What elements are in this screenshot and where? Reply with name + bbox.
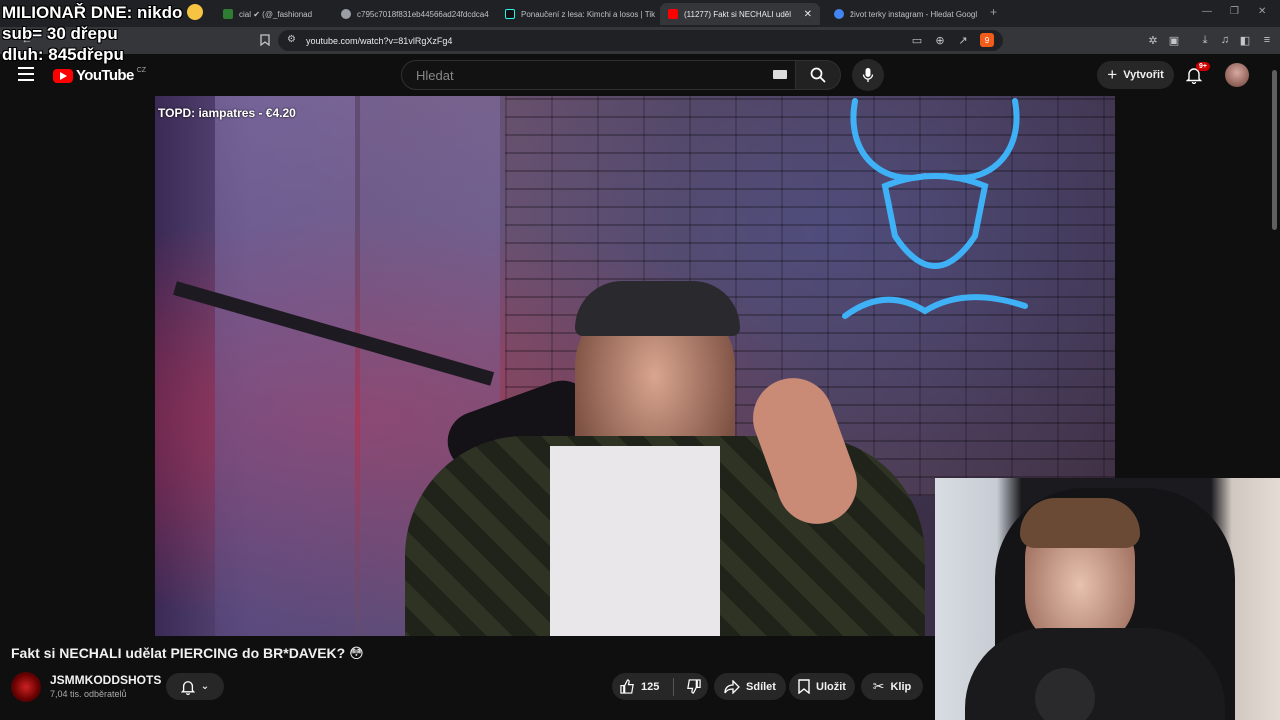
scissors-icon: ✂ <box>872 678 885 694</box>
overlay-line-sub: sub= 30 dřepu <box>2 24 118 43</box>
minimize-button[interactable]: — <box>1202 6 1212 17</box>
dislike-button[interactable] <box>686 679 702 694</box>
wallet-icon[interactable]: ▣ <box>1167 33 1181 47</box>
smiling-face-icon <box>187 4 204 20</box>
search-input[interactable]: Hledat <box>401 60 795 90</box>
save-label: Uložit <box>816 680 846 693</box>
thumbs-up-icon <box>620 679 634 694</box>
save-button[interactable]: Uložit <box>789 673 855 700</box>
tab-tiktok[interactable]: Ponaučení z lesa: Kimchi a losos | Tik <box>497 3 655 25</box>
tab-label: život terky instagram - Hledat Googl <box>850 9 978 19</box>
youtube-logo-text: YouTube <box>76 67 134 84</box>
subscriber-count: 7,04 tis. odběratelů <box>50 689 127 699</box>
like-dislike-group: 125 <box>612 673 708 700</box>
microphone-icon <box>862 68 874 82</box>
divider <box>673 677 675 696</box>
media-icon[interactable]: ♫ <box>1218 33 1232 47</box>
overlay-line-debt: dluh: 845dřepu <box>2 45 124 64</box>
webcam-hair <box>1020 498 1140 548</box>
new-tab-button[interactable]: + <box>990 5 997 19</box>
zoom-icon[interactable]: ⊕ <box>933 33 947 47</box>
plus-icon: + <box>1107 65 1118 84</box>
notification-count-badge: 9+ <box>1196 62 1210 71</box>
country-code: CZ <box>136 67 147 74</box>
hamburger-menu-icon[interactable] <box>18 67 34 81</box>
notification-bell-button[interactable]: ⌄ <box>166 673 224 700</box>
site-info-icon[interactable]: ⚙ <box>287 34 296 45</box>
share-label: Sdílet <box>746 680 776 693</box>
channel-name[interactable]: JSMMKODDSHOTS <box>50 673 161 687</box>
close-icon[interactable]: ✕ <box>804 9 812 20</box>
tab-google[interactable]: život terky instagram - Hledat Googl <box>826 3 984 25</box>
neon-bull-sign <box>842 98 1028 319</box>
globe-icon <box>341 9 351 19</box>
share-arrow-icon <box>724 679 740 694</box>
stream-overlay-text: MILIONAŘ DNE: nikdo sub= 30 dřepu dluh: … <box>2 2 204 65</box>
cap <box>575 281 740 336</box>
url-text: youtube.com/watch?v=81vlRgXzFg4 <box>306 35 453 46</box>
channel-avatar[interactable] <box>11 672 41 702</box>
extension-badge: 9 <box>984 35 990 45</box>
share-icon[interactable]: ↗ <box>956 33 970 47</box>
wall-panel <box>215 96 355 636</box>
tab-label: (11277) Fakt si NECHALI uděl <box>684 9 792 19</box>
overlay-line-millionaire: MILIONAŘ DNE: nikdo <box>2 2 204 23</box>
extensions-icon[interactable]: ✲ <box>1146 33 1160 47</box>
sidebar-icon[interactable]: ◧ <box>1238 33 1252 47</box>
tab-favicon <box>223 9 233 19</box>
tab-label: Ponaučení z lesa: Kimchi a losos | Tik <box>521 9 655 19</box>
video-title: Fakt si NECHALI udělat PIERCING do BR*DA… <box>11 645 364 661</box>
tab-hash[interactable]: c795c7018f831eb44566ad24fdcdca4 <box>333 3 491 25</box>
tab-label: cial ✔ (@_fashionad <box>239 9 313 19</box>
brave-shield-icon[interactable]: 9 <box>980 33 994 47</box>
search-button[interactable] <box>795 60 841 90</box>
chevron-down-icon: ⌄ <box>200 681 210 692</box>
voice-search-button[interactable] <box>852 59 884 91</box>
google-icon <box>834 9 844 19</box>
window-close-button[interactable]: ✕ <box>1258 6 1266 17</box>
bell-icon <box>180 680 195 695</box>
keyboard-icon[interactable] <box>773 70 787 79</box>
search-placeholder: Hledat <box>416 67 454 83</box>
tab-label: c795c7018f831eb44566ad24fdcdca4 <box>357 9 489 19</box>
menu-icon[interactable]: ≡ <box>1260 33 1274 47</box>
white-tshirt <box>550 446 720 636</box>
clip-button[interactable]: ✂ Klip <box>861 673 923 700</box>
maximize-button[interactable]: ❐ <box>1230 6 1239 17</box>
tiktok-icon <box>505 9 515 19</box>
share-button[interactable]: Sdílet <box>714 673 786 700</box>
youtube-logo[interactable]: YouTube CZ <box>53 67 146 84</box>
thumbs-down-icon <box>687 679 702 694</box>
like-count: 125 <box>641 680 660 693</box>
create-label: Vytvořit <box>1123 69 1164 81</box>
search-icon <box>810 67 826 83</box>
youtube-favicon-icon <box>668 9 678 19</box>
download-icon[interactable]: ⤓ <box>1198 33 1212 47</box>
cast-icon[interactable]: ▭ <box>910 33 924 47</box>
tab-fashion[interactable]: cial ✔ (@_fashionad <box>215 3 327 25</box>
like-button[interactable]: 125 <box>620 679 659 694</box>
avatar[interactable] <box>1225 63 1249 87</box>
webcam-microphone <box>1035 668 1095 720</box>
bookmark-icon[interactable] <box>258 33 272 47</box>
url-input[interactable]: ⚙ youtube.com/watch?v=81vlRgXzFg4 <box>278 30 1003 51</box>
clip-label: Klip <box>890 680 912 693</box>
page-scrollbar[interactable] <box>1272 70 1277 230</box>
notifications-button[interactable]: 9+ <box>1185 62 1210 89</box>
youtube-play-icon <box>53 68 73 83</box>
top-donor-caption: TOPD: iampatres - €4.20 <box>158 106 296 120</box>
bookmark-icon <box>798 679 810 694</box>
webcam-overlay <box>935 478 1280 720</box>
tab-youtube-active[interactable]: (11277) Fakt si NECHALI uděl ✕ <box>660 3 820 25</box>
create-button[interactable]: + Vytvořit <box>1097 61 1174 89</box>
webcam-shirt <box>965 628 1225 720</box>
